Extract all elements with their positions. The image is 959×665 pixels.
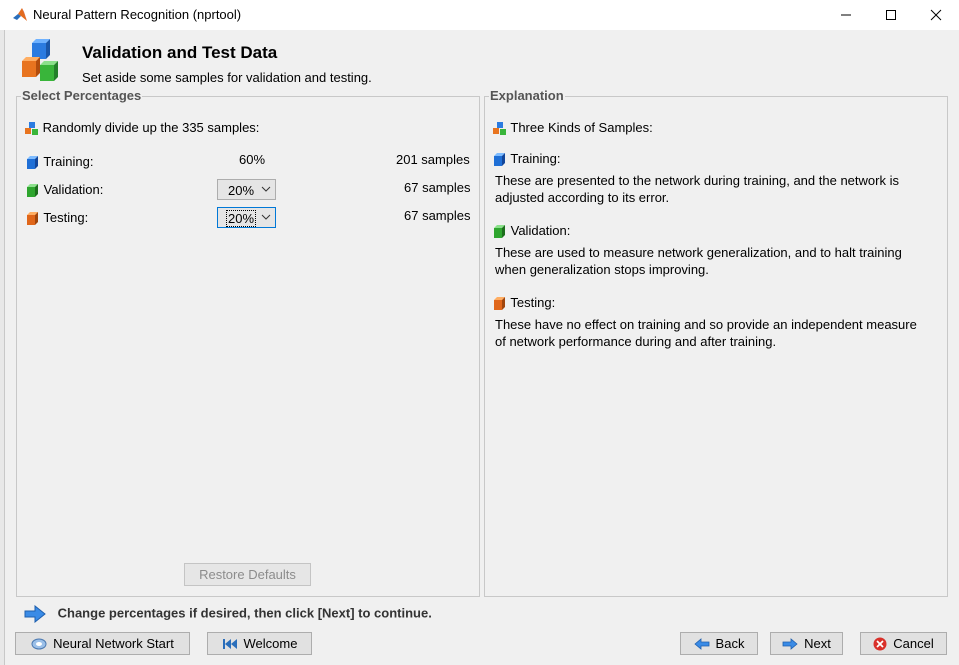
arrow-left-icon <box>693 637 709 650</box>
rewind-icon <box>222 638 237 649</box>
page-subtitle: Set aside some samples for validation an… <box>82 70 372 85</box>
chevron-down-icon <box>261 214 271 220</box>
select-percentages-panel: Select Percentages Randomly divide up th… <box>16 88 480 597</box>
panel-label-select: Select Percentages <box>21 88 143 103</box>
window-title: Neural Pattern Recognition (nprtool) <box>33 7 242 22</box>
testing-percent-dropdown[interactable]: 20% <box>217 207 276 228</box>
cancel-icon <box>873 637 887 650</box>
welcome-button[interactable]: Welcome <box>207 632 312 655</box>
expl-validation-text: These are used to measure network genera… <box>495 245 902 277</box>
maximize-button[interactable] <box>868 0 914 30</box>
next-label: Next <box>804 636 831 651</box>
explanation-panel: Explanation Three Kinds of Samples: Trai… <box>484 88 948 597</box>
kinds-intro-text: Three Kinds of Samples: <box>510 120 653 135</box>
training-percent: 60% <box>239 152 266 167</box>
training-label: Training: <box>26 154 94 170</box>
cubes-icon <box>22 39 58 81</box>
minimize-icon <box>841 14 851 16</box>
maximize-icon <box>886 10 896 20</box>
orange-cube-icon <box>27 211 38 225</box>
matlab-logo-icon <box>13 8 27 21</box>
validation-percent-dropdown[interactable]: 20% <box>217 179 276 200</box>
expl-training-title-text: Training: <box>510 151 561 166</box>
background-window-edge <box>0 30 5 665</box>
close-button[interactable] <box>913 0 959 30</box>
next-button[interactable]: Next <box>770 632 843 655</box>
restore-defaults-button[interactable]: Restore Defaults <box>184 563 311 586</box>
cancel-label: Cancel <box>893 636 934 651</box>
expl-validation-title-text: Validation: <box>510 223 571 238</box>
testing-label: Testing: <box>26 210 88 226</box>
welcome-label: Welcome <box>243 636 298 651</box>
cubes-small-icon <box>493 121 506 135</box>
chevron-down-icon <box>261 186 271 192</box>
testing-percent-value: 20% <box>225 210 257 227</box>
neural-network-start-button[interactable]: Neural Network Start <box>15 632 190 655</box>
arrow-right-icon <box>782 637 798 650</box>
footer-hint-text: Change percentages if desired, then clic… <box>57 605 432 621</box>
neural-network-start-label: Neural Network Start <box>53 636 174 651</box>
green-cube-icon <box>27 183 38 197</box>
expl-testing-text: These have no effect on training and so … <box>495 317 917 349</box>
testing-label-text: Testing: <box>43 210 89 225</box>
expl-validation-title: Validation: <box>493 223 570 239</box>
page-title: Validation and Test Data <box>82 43 278 62</box>
validation-label-text: Validation: <box>43 182 104 197</box>
kinds-intro: Three Kinds of Samples: <box>493 120 653 136</box>
close-icon <box>930 9 942 21</box>
title-bar: Neural Pattern Recognition (nprtool) <box>0 0 959 30</box>
divide-intro-text: Randomly divide up the 335 samples: <box>42 120 260 135</box>
validation-label: Validation: <box>26 182 103 198</box>
testing-samples: 67 samples <box>404 208 471 223</box>
expl-testing-title-text: Testing: <box>510 295 556 310</box>
arrow-right-icon <box>24 604 46 624</box>
green-cube-icon <box>494 224 505 238</box>
expl-training-title: Training: <box>493 151 561 167</box>
training-samples: 201 samples <box>396 152 470 167</box>
back-label: Back <box>715 636 745 651</box>
orange-cube-icon <box>494 296 505 310</box>
minimize-button[interactable] <box>823 0 869 30</box>
divide-intro: Randomly divide up the 335 samples: <box>25 120 259 136</box>
expl-testing-title: Testing: <box>493 295 555 311</box>
footer-hint: Change percentages if desired, then clic… <box>24 604 432 624</box>
blue-cube-icon <box>27 155 38 169</box>
panel-label-explanation: Explanation <box>489 88 565 103</box>
validation-percent-value: 20% <box>228 183 255 198</box>
blue-cube-icon <box>494 152 505 166</box>
cubes-small-icon <box>25 121 38 135</box>
validation-samples: 67 samples <box>404 180 471 195</box>
cancel-button[interactable]: Cancel <box>860 632 947 655</box>
back-button[interactable]: Back <box>680 632 758 655</box>
page-header: Validation and Test Data Set aside some … <box>4 30 959 90</box>
expl-training-text: These are presented to the network durin… <box>495 173 899 205</box>
network-start-icon <box>31 638 47 649</box>
training-label-text: Training: <box>43 154 94 169</box>
